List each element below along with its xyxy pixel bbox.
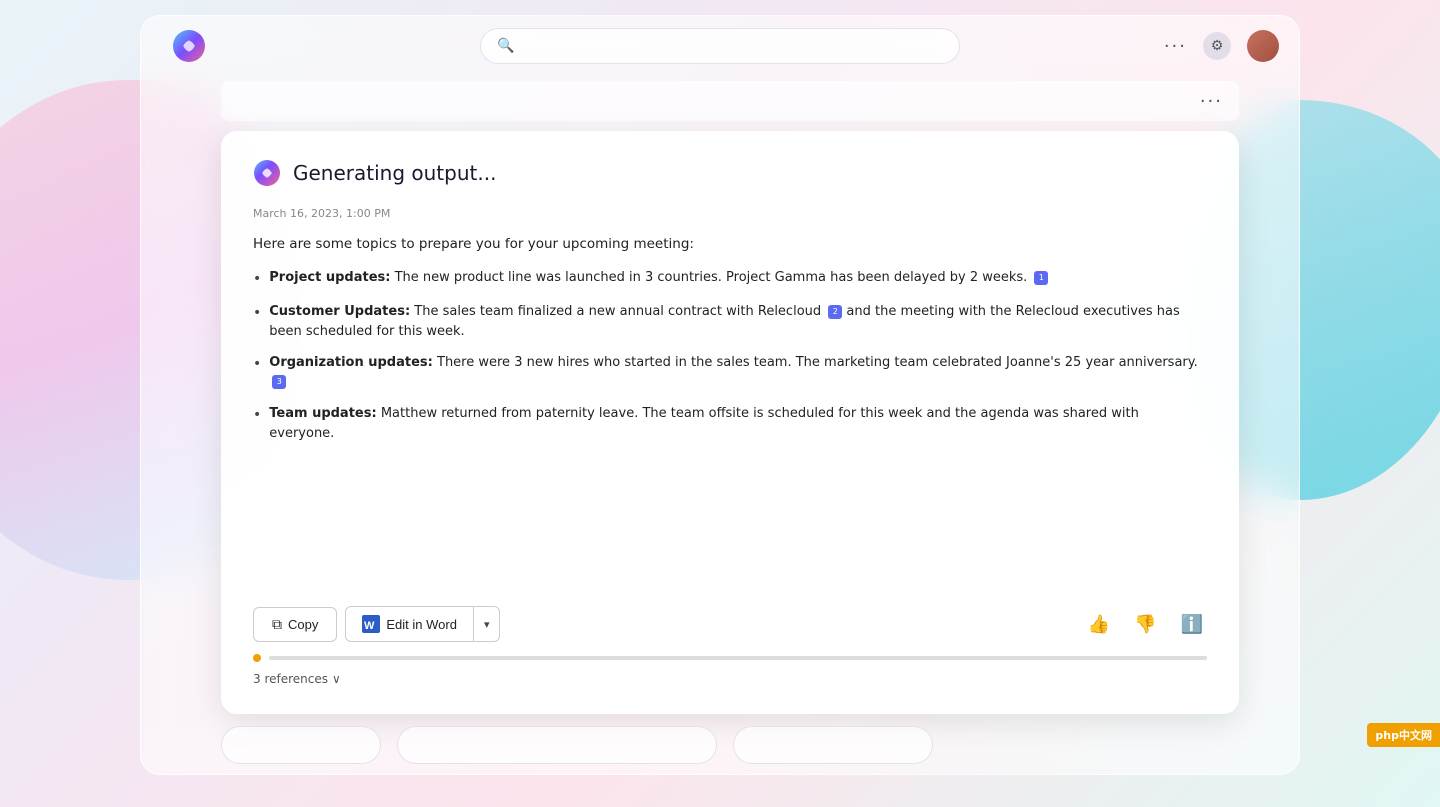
thumbs-down-icon: 👎 [1134,614,1156,634]
word-icon: W [362,615,380,633]
ref-badge-1[interactable]: 1 [1034,271,1048,285]
svg-text:W: W [364,620,375,632]
bullet-dot-2: • [253,303,261,341]
references-label: 3 references [253,672,328,686]
generating-title: Generating output... [293,161,496,185]
bullet-body-3: There were 3 new hires who started in th… [437,355,1198,370]
bullet-label-2: Customer Updates: [269,304,410,319]
thumbs-up-button[interactable]: 👍 [1084,610,1114,639]
bullet-text-4: Team updates: Matthew returned from pate… [269,404,1207,443]
secondary-more-icon[interactable]: ··· [1200,91,1223,112]
app-window: 🔍 ··· ⚙ ··· [140,15,1300,775]
bottom-suggestions [221,726,1239,764]
copy-button[interactable]: ⧉ Copy [253,607,337,642]
bullet-body-1: The new product line was launched in 3 c… [395,270,1028,285]
footer-left-actions: ⧉ Copy W Edit in Word [253,606,500,642]
more-options-icon[interactable]: ··· [1164,36,1187,57]
app-logo [171,28,207,64]
bullet-dot-3: • [253,354,261,392]
info-icon: ℹ️ [1181,614,1203,634]
bullet-body-4: Matthew returned from paternity leave. T… [269,406,1139,441]
bullet-item-3: • Organization updates: There were 3 new… [253,353,1207,392]
bullet-label-4: Team updates: [269,406,376,421]
copy-icon: ⧉ [272,616,282,633]
edit-in-word-label: Edit in Word [386,617,457,632]
bullet-list: • Project updates: The new product line … [253,268,1207,586]
php-watermark: php中文网 [1367,723,1440,747]
bullet-dot-4: • [253,405,261,443]
progress-track [269,656,1207,660]
chat-card: Generating output... March 16, 2023, 1:0… [221,131,1239,714]
top-right-actions: ··· ⚙ [1164,30,1279,62]
settings-button[interactable]: ⚙ [1203,32,1231,60]
thumbs-down-button[interactable]: 👎 [1130,610,1160,639]
secondary-bar: ··· [221,81,1239,121]
progress-indicator-dot [253,654,261,662]
bullet-label-3: Organization updates: [269,355,433,370]
chevron-down-icon: ▾ [484,619,490,631]
bullet-body-2a: The sales team finalized a new annual co… [414,304,821,319]
references-chevron-icon: ∨ [332,672,341,686]
footer-right-feedback: 👍 👎 ℹ️ [1084,610,1207,639]
gear-icon: ⚙ [1211,38,1224,54]
bullet-item-4: • Team updates: Matthew returned from pa… [253,404,1207,443]
bullet-item-2: • Customer Updates: The sales team final… [253,302,1207,341]
copilot-logo-icon [253,159,281,187]
edit-in-word-dropdown[interactable]: ▾ [474,606,501,642]
top-bar: 🔍 ··· ⚙ [141,16,1299,76]
intro-text: Here are some topics to prepare you for … [253,234,1207,254]
edit-in-word-group: W Edit in Word ▾ [345,606,500,642]
bullet-text-1: Project updates: The new product line wa… [269,268,1048,290]
thumbs-up-icon: 👍 [1088,614,1110,634]
info-button[interactable]: ℹ️ [1177,610,1207,639]
card-header: Generating output... [253,159,1207,187]
bullet-item-1: • Project updates: The new product line … [253,268,1207,290]
user-avatar[interactable] [1247,30,1279,62]
search-bar[interactable]: 🔍 [480,28,960,64]
suggestion-button-3[interactable] [733,726,933,764]
edit-in-word-button[interactable]: W Edit in Word [345,606,474,642]
timestamp: March 16, 2023, 1:00 PM [253,207,1207,220]
references-row[interactable]: 3 references ∨ [253,672,1207,686]
card-footer: ⧉ Copy W Edit in Word [253,606,1207,642]
bullet-text-3: Organization updates: There were 3 new h… [269,353,1207,392]
main-content: Generating output... March 16, 2023, 1:0… [221,131,1239,714]
ref-badge-2[interactable]: 2 [828,305,842,319]
bullet-text-2: Customer Updates: The sales team finaliz… [269,302,1207,341]
suggestion-button-2[interactable] [397,726,717,764]
bullet-label-1: Project updates: [269,270,390,285]
ref-badge-3[interactable]: 3 [272,375,286,389]
suggestion-button-1[interactable] [221,726,381,764]
copy-label: Copy [288,617,318,632]
bullet-dot-1: • [253,269,261,290]
search-icon: 🔍 [497,38,514,54]
progress-row [253,654,1207,662]
